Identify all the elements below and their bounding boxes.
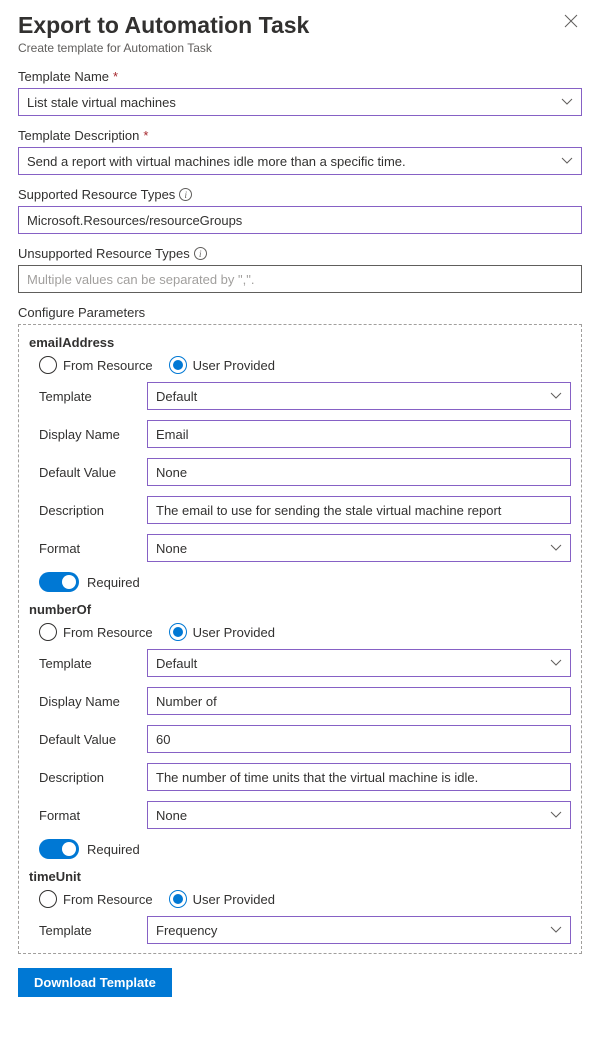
source-radio-group: From Resource User Provided bbox=[39, 890, 571, 908]
display-name-row: Display Name Number of bbox=[39, 687, 571, 715]
format-label: Format bbox=[39, 541, 147, 556]
display-name-row: Display Name Email bbox=[39, 420, 571, 448]
format-label: Format bbox=[39, 808, 147, 823]
default-value-row: Default Value 60 bbox=[39, 725, 571, 753]
template-name-select[interactable]: List stale virtual machines bbox=[18, 88, 582, 116]
display-name-label: Display Name bbox=[39, 694, 147, 709]
param-name: numberOf bbox=[29, 602, 571, 617]
default-value-input[interactable]: 60 bbox=[147, 725, 571, 753]
from-resource-label: From Resource bbox=[63, 358, 153, 373]
template-description-field: Template Description * Send a report wit… bbox=[18, 128, 582, 175]
required-star: * bbox=[113, 69, 118, 84]
description-row: Description The number of time units tha… bbox=[39, 763, 571, 791]
display-name-input[interactable]: Number of bbox=[147, 687, 571, 715]
description-row: Description The email to use for sending… bbox=[39, 496, 571, 524]
info-icon[interactable]: i bbox=[179, 188, 192, 201]
template-label: Template bbox=[39, 656, 147, 671]
required-star: * bbox=[143, 128, 148, 143]
template-description-select[interactable]: Send a report with virtual machines idle… bbox=[18, 147, 582, 175]
template-label: Template bbox=[39, 923, 147, 938]
description-input[interactable]: The number of time units that the virtua… bbox=[147, 763, 571, 791]
user-provided-radio[interactable]: User Provided bbox=[169, 890, 275, 908]
template-select[interactable]: Default bbox=[147, 649, 571, 677]
user-provided-radio[interactable]: User Provided bbox=[169, 623, 275, 641]
template-name-field: Template Name * List stale virtual machi… bbox=[18, 69, 582, 116]
unsupported-types-input[interactable]: Multiple values can be separated by ",". bbox=[18, 265, 582, 293]
required-label: Required bbox=[87, 575, 140, 590]
template-row: Template Default bbox=[39, 649, 571, 677]
template-row: Template Frequency bbox=[39, 916, 571, 944]
description-label: Description bbox=[39, 503, 147, 518]
chevron-down-icon bbox=[561, 157, 573, 165]
param-emailAddress: emailAddress From Resource User Provided… bbox=[29, 335, 571, 592]
from-resource-radio[interactable]: From Resource bbox=[39, 356, 153, 374]
param-timeUnit: timeUnit From Resource User Provided Tem… bbox=[29, 869, 571, 944]
info-icon[interactable]: i bbox=[194, 247, 207, 260]
chevron-down-icon bbox=[550, 659, 562, 667]
from-resource-radio[interactable]: From Resource bbox=[39, 623, 153, 641]
chevron-down-icon bbox=[561, 98, 573, 106]
user-provided-label: User Provided bbox=[193, 892, 275, 907]
description-label: Description bbox=[39, 770, 147, 785]
user-provided-label: User Provided bbox=[193, 358, 275, 373]
param-numberOf: numberOf From Resource User Provided Tem… bbox=[29, 602, 571, 859]
user-provided-label: User Provided bbox=[193, 625, 275, 640]
close-icon[interactable] bbox=[560, 12, 582, 34]
template-name-label: Template Name * bbox=[18, 69, 582, 84]
template-description-label: Template Description * bbox=[18, 128, 582, 143]
chevron-down-icon bbox=[550, 544, 562, 552]
template-select[interactable]: Frequency bbox=[147, 916, 571, 944]
template-select[interactable]: Default bbox=[147, 382, 571, 410]
format-select[interactable]: None bbox=[147, 801, 571, 829]
default-value-input[interactable]: None bbox=[147, 458, 571, 486]
supported-types-input[interactable]: Microsoft.Resources/resourceGroups bbox=[18, 206, 582, 234]
template-label: Template bbox=[39, 389, 147, 404]
chevron-down-icon bbox=[550, 926, 562, 934]
parameters-container: emailAddress From Resource User Provided… bbox=[18, 324, 582, 954]
from-resource-radio[interactable]: From Resource bbox=[39, 890, 153, 908]
required-row: Required bbox=[39, 572, 571, 592]
param-name: emailAddress bbox=[29, 335, 571, 350]
required-toggle[interactable] bbox=[39, 572, 79, 592]
unsupported-types-label: Unsupported Resource Types i bbox=[18, 246, 582, 261]
supported-types-field: Supported Resource Types i Microsoft.Res… bbox=[18, 187, 582, 234]
default-value-label: Default Value bbox=[39, 732, 147, 747]
panel-title: Export to Automation Task bbox=[18, 12, 309, 39]
required-label: Required bbox=[87, 842, 140, 857]
param-name: timeUnit bbox=[29, 869, 571, 884]
panel-title-block: Export to Automation Task Create templat… bbox=[18, 12, 309, 69]
default-value-row: Default Value None bbox=[39, 458, 571, 486]
download-template-button[interactable]: Download Template bbox=[18, 968, 172, 997]
user-provided-radio[interactable]: User Provided bbox=[169, 356, 275, 374]
required-toggle[interactable] bbox=[39, 839, 79, 859]
chevron-down-icon bbox=[550, 392, 562, 400]
required-row: Required bbox=[39, 839, 571, 859]
format-row: Format None bbox=[39, 801, 571, 829]
from-resource-label: From Resource bbox=[63, 625, 153, 640]
chevron-down-icon bbox=[550, 811, 562, 819]
source-radio-group: From Resource User Provided bbox=[39, 356, 571, 374]
description-input[interactable]: The email to use for sending the stale v… bbox=[147, 496, 571, 524]
panel-header: Export to Automation Task Create templat… bbox=[18, 12, 582, 69]
template-row: Template Default bbox=[39, 382, 571, 410]
configure-parameters-label: Configure Parameters bbox=[18, 305, 582, 320]
format-select[interactable]: None bbox=[147, 534, 571, 562]
panel-subtitle: Create template for Automation Task bbox=[18, 41, 309, 55]
display-name-label: Display Name bbox=[39, 427, 147, 442]
format-row: Format None bbox=[39, 534, 571, 562]
supported-types-label: Supported Resource Types i bbox=[18, 187, 582, 202]
source-radio-group: From Resource User Provided bbox=[39, 623, 571, 641]
export-panel: Export to Automation Task Create templat… bbox=[0, 0, 600, 1013]
from-resource-label: From Resource bbox=[63, 892, 153, 907]
default-value-label: Default Value bbox=[39, 465, 147, 480]
display-name-input[interactable]: Email bbox=[147, 420, 571, 448]
unsupported-types-field: Unsupported Resource Types i Multiple va… bbox=[18, 246, 582, 293]
